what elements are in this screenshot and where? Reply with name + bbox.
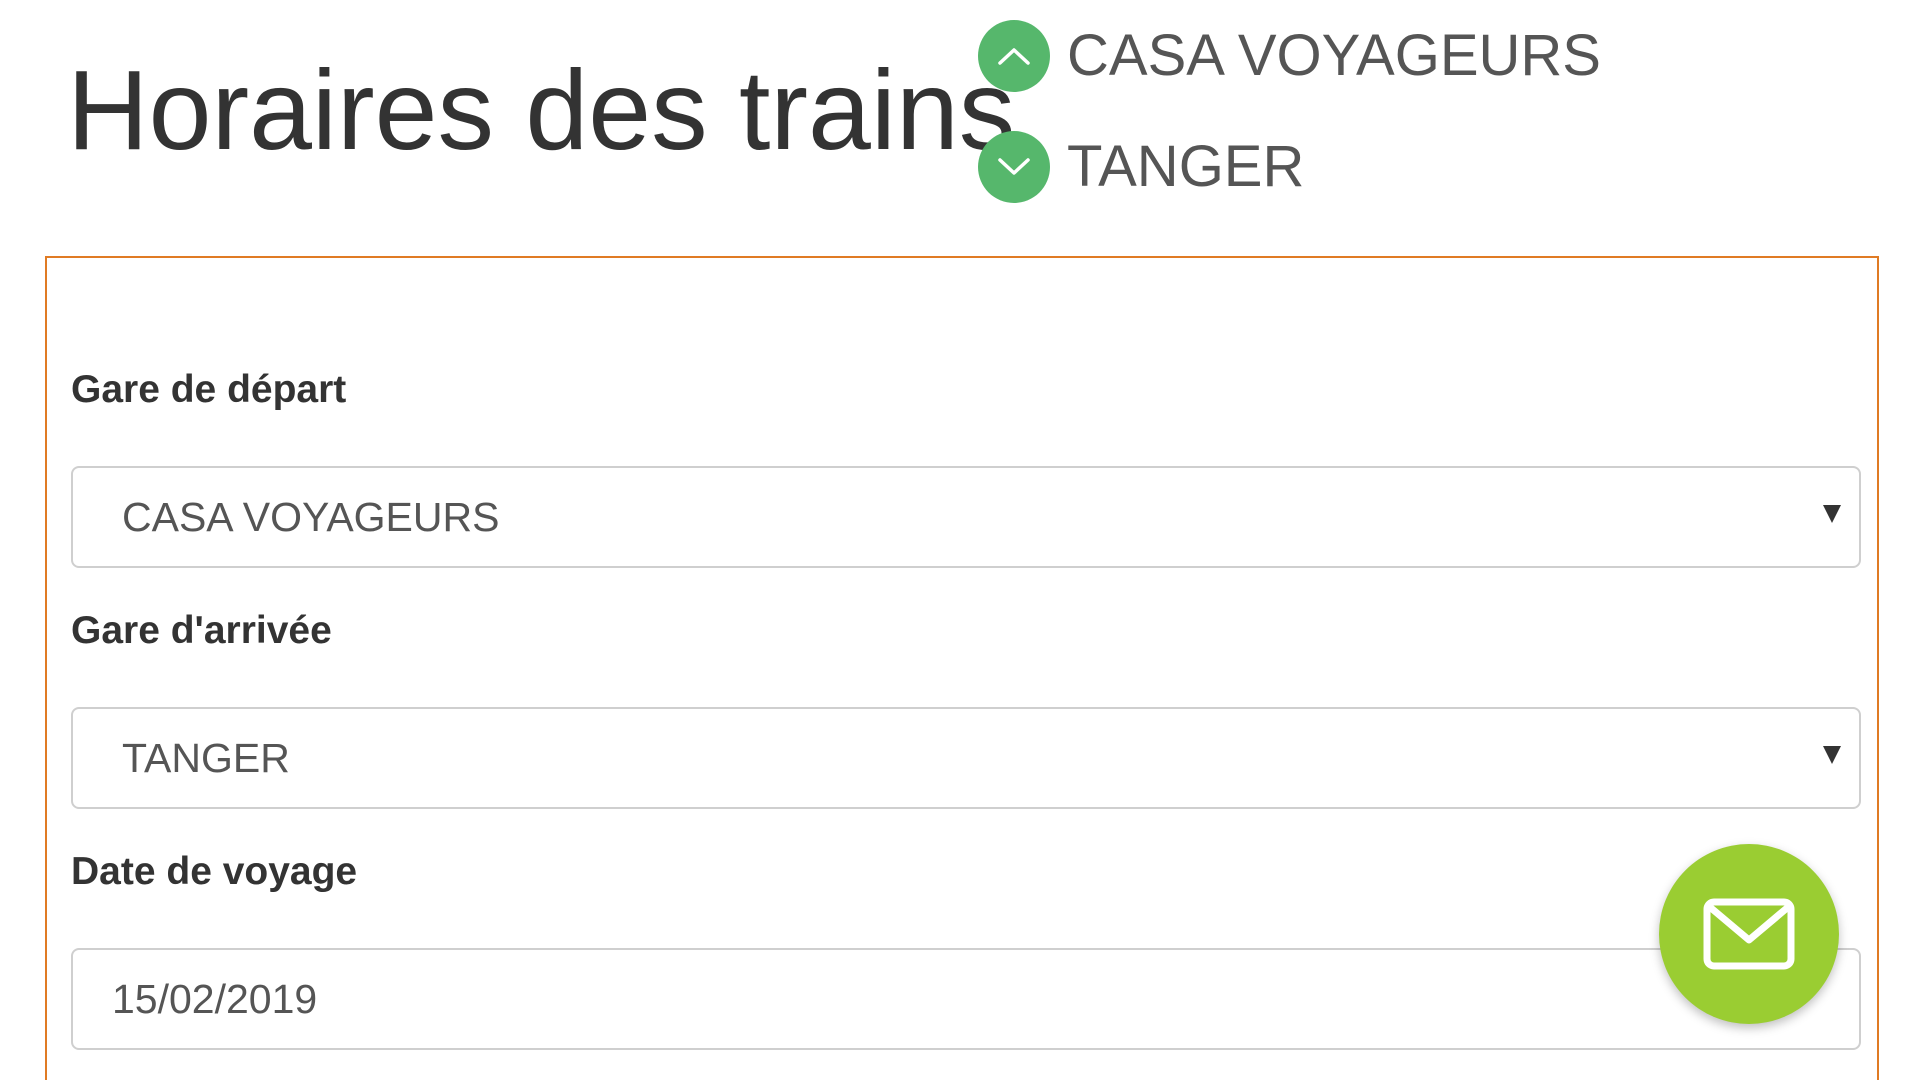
departure-select[interactable]: CASA VOYAGEURS [71,466,1861,568]
date-input[interactable]: 15/02/2019 [71,948,1861,1050]
chevron-up-icon[interactable] [978,20,1050,92]
envelope-icon [1703,898,1795,970]
route-from: CASA VOYAGEURS [978,19,1601,93]
route-to: TANGER [978,130,1304,204]
departure-label: Gare de départ [71,368,347,411]
arrival-label: Gare d'arrivée [71,609,332,652]
search-form-panel: Gare de départ CASA VOYAGEURS Gare d'arr… [45,256,1879,1080]
route-from-label: CASA VOYAGEURS [1067,23,1601,88]
chevron-down-icon[interactable] [978,131,1050,203]
departure-select-value: CASA VOYAGEURS [122,494,500,540]
route-to-label: TANGER [1067,134,1305,199]
dropdown-arrow-icon [1823,505,1841,523]
contact-button[interactable] [1659,844,1839,1024]
dropdown-arrow-icon [1823,746,1841,764]
date-input-value: 15/02/2019 [112,976,318,1022]
date-label: Date de voyage [71,850,358,893]
page-title: Horaires des trains [67,47,1016,173]
arrival-select-value: TANGER [122,735,290,781]
arrival-select[interactable]: TANGER [71,707,1861,809]
page: Horaires des trains CASA VOYAGEURS TANGE… [0,0,1920,1080]
